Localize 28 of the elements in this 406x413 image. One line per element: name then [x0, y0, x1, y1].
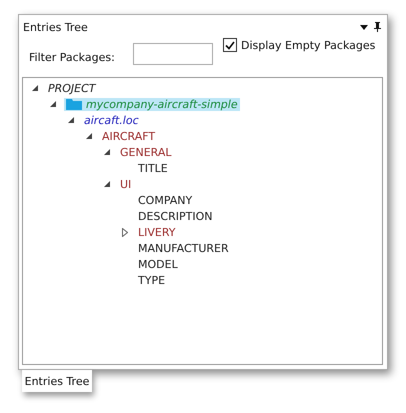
expanded-arrow-icon[interactable] — [104, 149, 110, 155]
checkbox-label: Display Empty Packages — [241, 38, 376, 52]
tree-item[interactable]: GENERAL — [118, 146, 174, 158]
tree-item[interactable]: TITLE — [136, 162, 170, 174]
folder-icon — [66, 98, 82, 110]
tree-item[interactable]: MODEL — [136, 258, 180, 270]
tree-item[interactable]: DESCRIPTION — [136, 210, 214, 222]
dropdown-icon[interactable] — [360, 24, 368, 30]
tree-item[interactable]: UI — [118, 178, 134, 190]
expanded-arrow-icon[interactable] — [86, 133, 92, 139]
expanded-arrow-icon[interactable] — [104, 181, 110, 187]
tree-item[interactable]: aircaft.loc — [82, 114, 141, 126]
panel-title: Entries Tree — [23, 20, 88, 34]
tree-item[interactable]: PROJECT — [46, 82, 98, 94]
filter-label: Filter Packages: — [29, 51, 116, 64]
pin-icon[interactable] — [374, 22, 381, 32]
tree-item[interactable]: LIVERY — [136, 226, 178, 238]
filter-field[interactable] — [133, 43, 213, 65]
expanded-arrow-icon[interactable] — [32, 85, 38, 91]
panel-tab[interactable]: Entries Tree — [22, 370, 92, 392]
tree-item[interactable]: AIRCRAFT — [100, 130, 158, 142]
tree-item[interactable]: COMPANY — [136, 194, 194, 206]
collapsed-arrow-icon[interactable] — [122, 228, 128, 236]
expanded-arrow-icon[interactable] — [50, 101, 56, 107]
tree-item[interactable]: MANUFACTURER — [136, 242, 231, 254]
tree-item[interactable]: TYPE — [136, 274, 168, 286]
expanded-arrow-icon[interactable] — [68, 117, 74, 123]
checkbox[interactable] — [223, 38, 237, 52]
